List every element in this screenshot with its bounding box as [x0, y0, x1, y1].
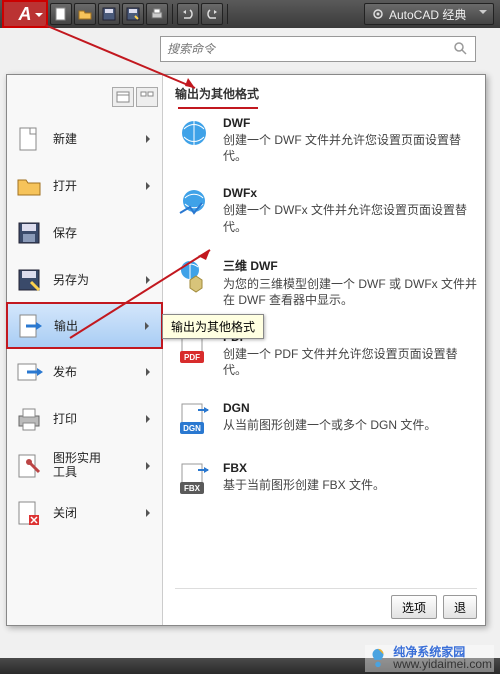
submenu-arrow-icon — [146, 415, 154, 423]
fbx-icon: FBX — [175, 461, 213, 499]
export-icon — [14, 310, 46, 342]
app-menu-button[interactable]: A — [2, 0, 48, 28]
export-option-fbx[interactable]: FBX FBX 基于当前图形创建 FBX 文件。 — [175, 457, 477, 503]
export-panel: 输出为其他格式 DWF 创建一个 DWF 文件并允许您设置页面设置替代。 DWF… — [163, 75, 485, 625]
gear-icon — [371, 7, 385, 21]
menu-item-export[interactable]: 输出 — [6, 302, 163, 349]
options-button[interactable]: 选项 — [391, 595, 437, 619]
submenu-arrow-icon — [146, 462, 154, 470]
open-icon[interactable] — [74, 3, 96, 25]
recent-list-icon[interactable] — [112, 87, 134, 107]
svg-text:PDF: PDF — [184, 353, 200, 362]
menu-left: 新建 打开 保存 另存为 输出 发布 打印 — [7, 75, 163, 625]
search-icon[interactable] — [453, 41, 469, 57]
exit-button[interactable]: 退 — [443, 595, 477, 619]
svg-text:FBX: FBX — [184, 484, 201, 493]
submenu-arrow-icon — [146, 182, 154, 190]
submenu-arrow-icon — [146, 368, 154, 376]
save-icon[interactable] — [98, 3, 120, 25]
close-file-icon — [13, 497, 45, 529]
menu-item-new[interactable]: 新建 — [7, 115, 162, 162]
saveas-disk-icon — [13, 264, 45, 296]
annotation-underline — [178, 107, 258, 109]
print-icon[interactable] — [146, 3, 168, 25]
app-menu: 新建 打开 保存 另存为 输出 发布 打印 — [6, 74, 486, 626]
export-option-dwfx[interactable]: DWFx 创建一个 DWFx 文件并允许您设置页面设置替代。 — [175, 182, 477, 238]
search-bar[interactable] — [160, 36, 476, 62]
menu-item-saveas[interactable]: 另存为 — [7, 256, 162, 303]
open-folder-icon — [13, 170, 45, 202]
menu-item-open[interactable]: 打开 — [7, 162, 162, 209]
workspace-selector[interactable]: AutoCAD 经典 — [364, 3, 494, 25]
submenu-arrow-icon — [146, 276, 154, 284]
menu-item-save[interactable]: 保存 — [7, 209, 162, 256]
new-file-icon — [13, 123, 45, 155]
recent-grid-icon[interactable] — [136, 87, 158, 107]
export-option-3ddwf[interactable]: 三维 DWF 为您的三维模型创建一个 DWF 或 DWFx 文件并在 DWF 查… — [175, 253, 477, 312]
toolbar: A AutoCAD 经典 — [0, 0, 500, 28]
watermark: 纯净系统家园 www.yidaimei.com — [365, 645, 494, 672]
recent-view-toggle — [112, 87, 158, 107]
publish-icon — [13, 356, 45, 388]
save-disk-icon — [13, 217, 45, 249]
search-input[interactable] — [167, 42, 453, 56]
saveas-icon[interactable] — [122, 3, 144, 25]
menu-footer: 选项 退 — [175, 588, 477, 619]
workspace-label: AutoCAD 经典 — [389, 6, 466, 23]
submenu-arrow-icon — [146, 135, 154, 143]
export-option-dgn[interactable]: DGN DGN 从当前图形创建一个或多个 DGN 文件。 — [175, 397, 477, 443]
undo-icon[interactable] — [177, 3, 199, 25]
new-icon[interactable] — [50, 3, 72, 25]
utilities-icon — [13, 450, 45, 482]
tooltip: 输出为其他格式 — [162, 314, 264, 339]
submenu-arrow-icon — [146, 509, 154, 517]
panel-title: 输出为其他格式 — [175, 85, 477, 102]
dgn-icon: DGN — [175, 401, 213, 439]
3ddwf-icon — [175, 257, 213, 295]
menu-item-utilities[interactable]: 图形实用 工具 — [7, 442, 162, 489]
menu-item-close[interactable]: 关闭 — [7, 489, 162, 536]
watermark-logo-icon — [367, 647, 389, 669]
submenu-arrow-icon — [145, 322, 153, 330]
redo-icon[interactable] — [201, 3, 223, 25]
printer-icon — [13, 403, 45, 435]
export-option-dwf[interactable]: DWF 创建一个 DWF 文件并允许您设置页面设置替代。 — [175, 112, 477, 168]
svg-text:DGN: DGN — [183, 424, 201, 433]
menu-item-print[interactable]: 打印 — [7, 395, 162, 442]
dwfx-icon — [175, 186, 213, 224]
menu-item-publish[interactable]: 发布 — [7, 348, 162, 395]
dwf-icon — [175, 116, 213, 154]
